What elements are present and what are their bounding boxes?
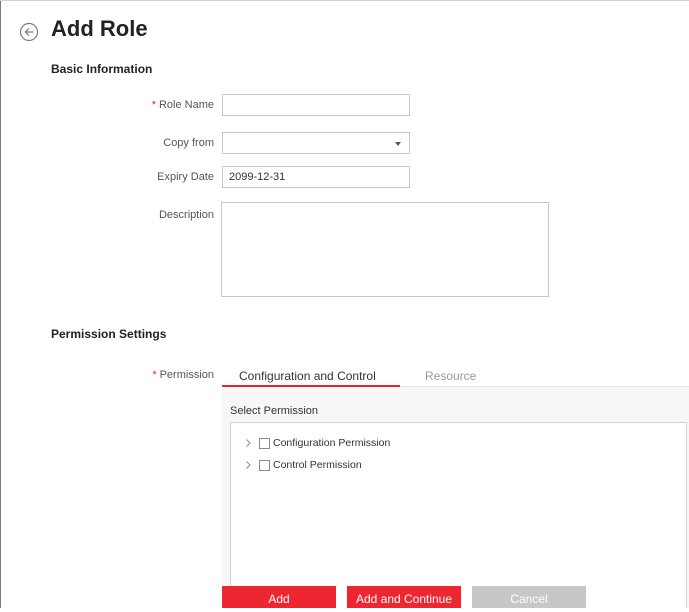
tree-item-configuration-permission: Configuration Permission bbox=[244, 436, 390, 450]
tree-item-label: Configuration Permission bbox=[273, 437, 391, 449]
expiry-date-value: 2099-12-31 bbox=[229, 171, 286, 183]
add-button[interactable]: Add bbox=[222, 586, 336, 608]
chevron-down-icon bbox=[395, 142, 401, 146]
page-title: Add Role bbox=[51, 16, 148, 41]
add-and-continue-button[interactable]: Add and Continue bbox=[347, 586, 461, 608]
tree-item-label: Control Permission bbox=[273, 459, 362, 471]
basic-information-heading: Basic Information bbox=[51, 62, 153, 76]
expiry-date-input[interactable]: 2099-12-31 bbox=[222, 166, 410, 188]
copy-from-label: Copy from bbox=[163, 137, 214, 149]
description-textarea[interactable] bbox=[221, 202, 549, 297]
window-top-border bbox=[0, 0, 689, 1]
role-name-label: * Role Name bbox=[74, 99, 214, 111]
copy-from-select[interactable] bbox=[222, 132, 410, 154]
required-mark: * bbox=[151, 99, 156, 111]
back-arrow-icon[interactable] bbox=[19, 22, 39, 42]
role-name-input[interactable] bbox=[222, 94, 410, 116]
tab-resource[interactable]: Resource bbox=[425, 369, 476, 383]
role-name-label-text: Role Name bbox=[158, 99, 214, 111]
permission-label-text: Permission bbox=[159, 369, 214, 381]
tab-configuration-and-control[interactable]: Configuration and Control bbox=[239, 369, 376, 383]
permission-settings-heading: Permission Settings bbox=[51, 327, 167, 341]
expiry-date-label: Expiry Date bbox=[157, 171, 214, 183]
permission-label: * Permission bbox=[74, 369, 214, 381]
window-left-border bbox=[0, 0, 1, 608]
chevron-right-icon[interactable] bbox=[244, 458, 254, 472]
select-permission-heading: Select Permission bbox=[230, 405, 319, 417]
tree-item-control-permission: Control Permission bbox=[244, 458, 362, 472]
chevron-right-icon[interactable] bbox=[244, 436, 254, 450]
configuration-permission-checkbox[interactable] bbox=[259, 437, 270, 449]
control-permission-checkbox[interactable] bbox=[259, 459, 270, 471]
cancel-button[interactable]: Cancel bbox=[472, 586, 586, 608]
description-label: Description bbox=[158, 209, 214, 221]
required-mark: * bbox=[152, 369, 157, 381]
